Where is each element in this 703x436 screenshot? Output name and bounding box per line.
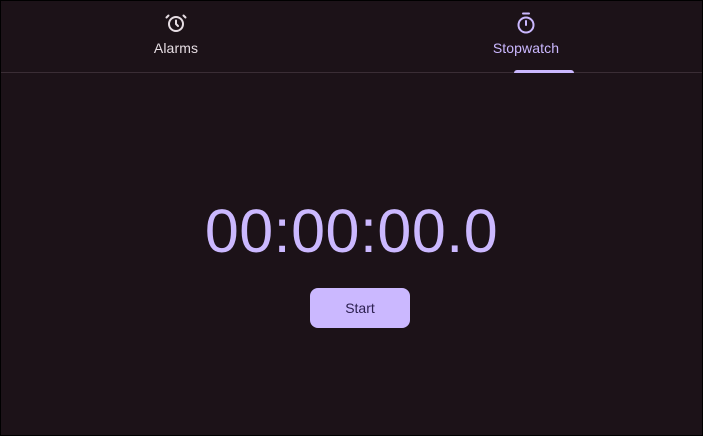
tab-bar: Alarms Stopwatch — [1, 1, 702, 73]
start-button[interactable]: Start — [310, 288, 410, 328]
tab-stopwatch-label: Stopwatch — [492, 40, 560, 56]
active-tab-indicator — [514, 70, 574, 73]
app-window: Alarms Stopwatch 00:00:00.0 Start — [0, 0, 703, 436]
stopwatch-time-display: 00:00:00.0 — [204, 197, 499, 265]
tab-alarms-label: Alarms — [153, 40, 199, 56]
alarm-clock-icon — [165, 14, 187, 32]
stopwatch-icon — [517, 12, 535, 34]
tab-stopwatch[interactable]: Stopwatch — [351, 1, 701, 73]
tab-alarms[interactable]: Alarms — [1, 1, 351, 72]
